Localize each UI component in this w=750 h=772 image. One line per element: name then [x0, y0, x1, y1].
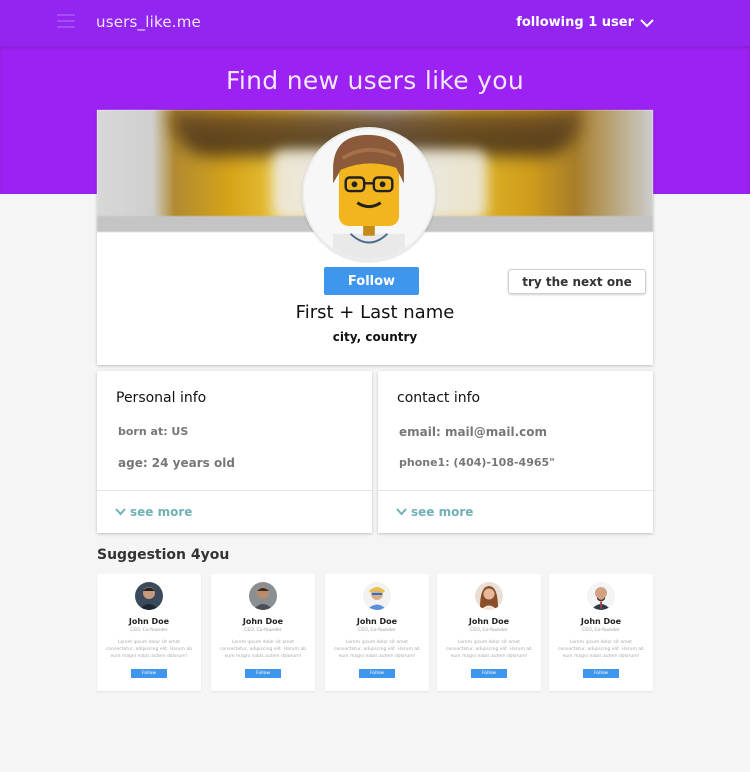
brand-logo-text[interactable]: users_like.me	[96, 13, 201, 31]
suggestion-role: CEO, Co-founder	[470, 628, 508, 633]
try-next-button[interactable]: try the next one	[508, 269, 646, 294]
see-more-label: see more	[130, 505, 193, 519]
suggestion-description: Lorem ipsum dolor sit amet consectetur, …	[220, 640, 306, 659]
follow-button[interactable]: Follow	[324, 267, 419, 295]
suggestion-description: Lorem ipsum dolor sit amet consectetur, …	[106, 640, 192, 659]
suggestion-avatar	[363, 582, 391, 610]
suggestion-name: John Doe	[242, 617, 284, 626]
suggestion-description: Lorem ipsum dolor sit amet consectetur, …	[446, 640, 532, 659]
suggestion-name: John Doe	[580, 617, 622, 626]
suggestion-follow-button[interactable]: Follow	[131, 669, 167, 678]
divider	[378, 490, 653, 491]
profile-card: Follow try the next one First + Last nam…	[97, 110, 653, 365]
personal-see-more-link[interactable]: see more	[115, 505, 192, 519]
personal-info-card: Personal info born at: US age: 24 years …	[97, 371, 372, 533]
suggestion-name: John Doe	[468, 617, 510, 626]
following-label: following 1 user	[516, 15, 634, 30]
suggestion-role: CEO, Co-founder	[244, 628, 282, 633]
suggestion-description: Lorem ipsum dolor sit amet consectetur, …	[334, 640, 420, 659]
suggestion-follow-button[interactable]: Follow	[359, 669, 395, 678]
chevron-down-icon	[396, 508, 407, 516]
suggestion-role: CEO, Co-founder	[130, 628, 168, 633]
suggestions-list: John Doe CEO, Co-founder Lorem ipsum dol…	[97, 574, 653, 691]
phone-text: phone1: (404)-108-4965"	[399, 456, 555, 469]
contact-info-card: contact info email: mail@mail.com phone1…	[378, 371, 653, 533]
personal-info-title: Personal info	[116, 390, 207, 406]
contact-info-title: contact info	[397, 390, 481, 406]
suggestion-follow-button[interactable]: Follow	[471, 669, 507, 678]
suggestion-name: John Doe	[356, 617, 398, 626]
suggestion-card[interactable]: John Doe CEO, Co-founder Lorem ipsum dol…	[97, 574, 201, 691]
suggestion-follow-button[interactable]: Follow	[245, 669, 281, 678]
chevron-down-icon	[640, 18, 654, 27]
suggestion-role: CEO, Co-founder	[582, 628, 620, 633]
suggestion-role: CEO, Co-founder	[358, 628, 396, 633]
suggestion-card[interactable]: John Doe CEO, Co-founder Lorem ipsum dol…	[211, 574, 315, 691]
divider	[97, 490, 372, 491]
suggestion-follow-button[interactable]: Follow	[583, 669, 619, 678]
suggestion-name: John Doe	[128, 617, 170, 626]
contact-see-more-link[interactable]: see more	[396, 505, 473, 519]
top-navbar: users_like.me following 1 user	[0, 0, 750, 46]
suggestion-description: Lorem ipsum dolor sit amet consectetur, …	[558, 640, 644, 659]
hamburger-menu-icon[interactable]	[57, 14, 75, 30]
following-dropdown[interactable]: following 1 user	[516, 15, 654, 30]
profile-location: city, country	[332, 330, 418, 344]
suggestion-card[interactable]: John Doe CEO, Co-founder Lorem ipsum dol…	[437, 574, 541, 691]
suggestions-title: Suggestion 4you	[97, 547, 230, 563]
suggestion-card[interactable]: John Doe CEO, Co-founder Lorem ipsum dol…	[549, 574, 653, 691]
suggestion-avatar	[587, 582, 615, 610]
born-at-text: born at: US	[118, 425, 189, 438]
suggestion-avatar	[135, 582, 163, 610]
profile-avatar	[302, 127, 436, 261]
chevron-down-icon	[115, 508, 126, 516]
suggestion-avatar	[249, 582, 277, 610]
email-text: email: mail@mail.com	[399, 425, 548, 439]
profile-name: First + Last name	[295, 302, 455, 323]
age-text: age: 24 years old	[118, 456, 235, 470]
page-title: Find new users like you	[226, 66, 524, 95]
see-more-label: see more	[411, 505, 474, 519]
suggestion-card[interactable]: John Doe CEO, Co-founder Lorem ipsum dol…	[325, 574, 429, 691]
suggestion-avatar	[475, 582, 503, 610]
